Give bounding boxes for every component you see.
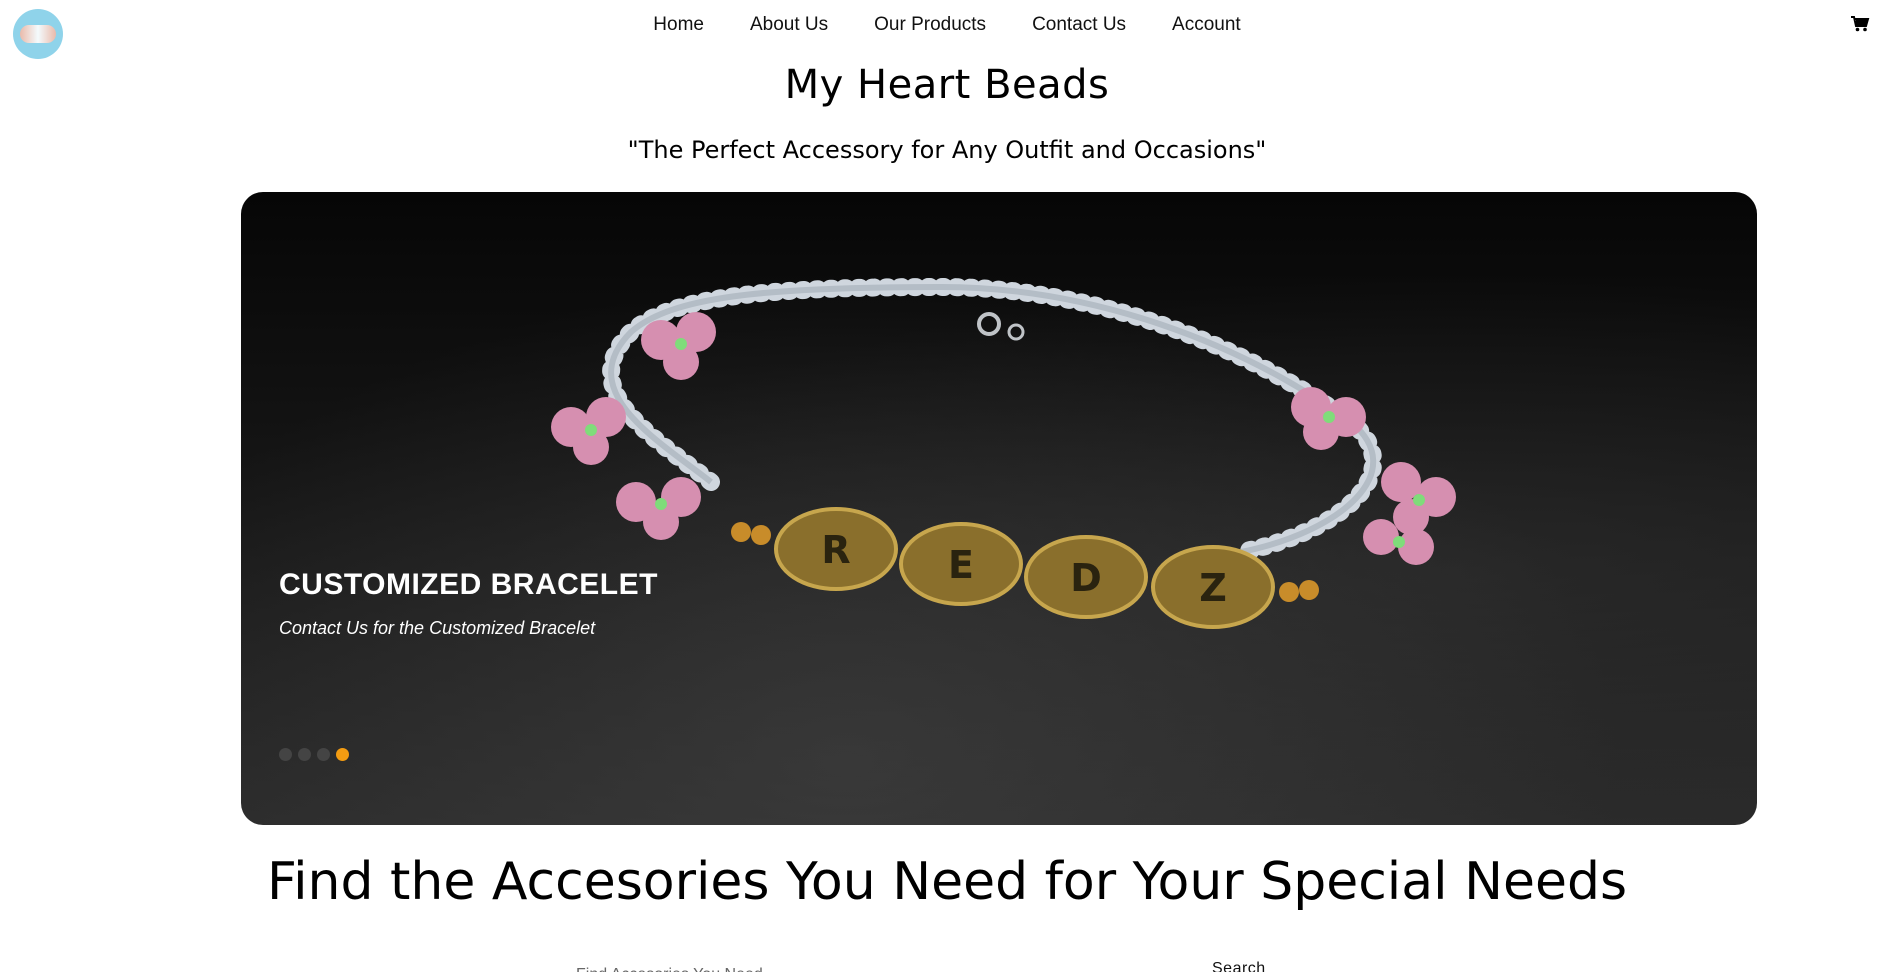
main-nav: Home About Us Our Products Contact Us Ac… [0,14,1894,36]
carousel-dot-4[interactable] [336,748,349,761]
carousel-indicators [279,748,349,761]
carousel-dot-2[interactable] [298,748,311,761]
hero-carousel: R E D Z CUSTOMIZED BRACELET Contact Us f… [241,192,1757,825]
bead-letter-4: Z [1199,566,1227,610]
shopping-cart-icon[interactable] [1850,14,1870,34]
page: Home About Us Our Products Contact Us Ac… [0,0,1894,972]
nav-home-link[interactable]: Home [653,14,704,36]
search-section-heading: Find the Accesories You Need for Your Sp… [266,852,1628,912]
site-tagline: "The Perfect Accessory for Any Outfit an… [627,136,1267,164]
bead-letter-3: D [1070,556,1102,600]
site-title: My Heart Beads [784,62,1110,108]
bead-letter-1: R [821,528,850,572]
slide-subtitle: Contact Us for the Customized Bracelet [279,618,596,638]
bead-letter-2: E [948,543,974,587]
search-button[interactable]: Search [1212,960,1266,972]
nav-products-link[interactable]: Our Products [874,14,986,36]
nav-about-link[interactable]: About Us [750,14,828,36]
carousel-dot-3[interactable] [317,748,330,761]
nav-account-link[interactable]: Account [1172,14,1241,36]
bracelet-image: R E D Z [551,277,1456,629]
slide-title: CUSTOMIZED BRACELET [279,568,658,601]
nav-contact-link[interactable]: Contact Us [1032,14,1126,36]
search-input[interactable] [576,960,1176,972]
carousel-dot-1[interactable] [279,748,292,761]
